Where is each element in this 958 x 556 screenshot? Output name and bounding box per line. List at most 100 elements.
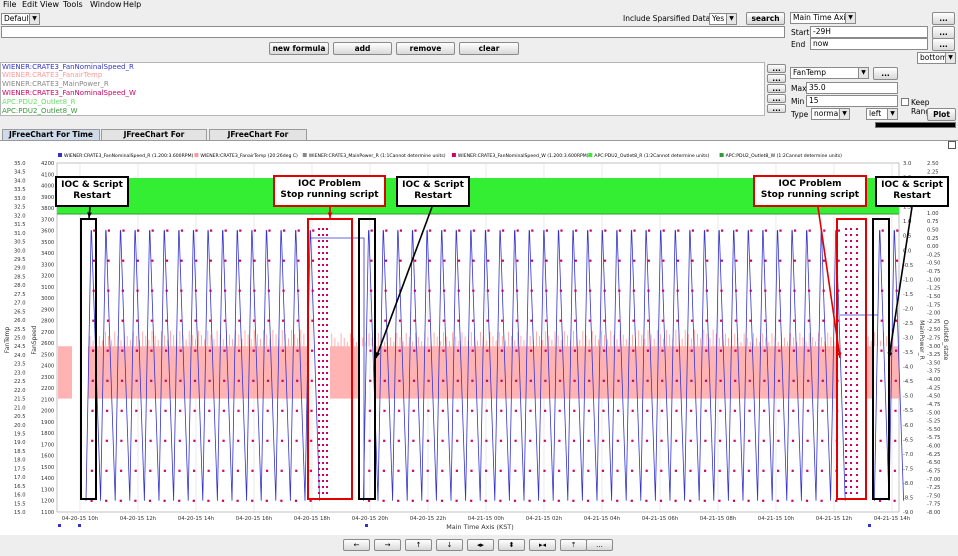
fanspeed-w-marker: [195, 229, 198, 232]
fanspeed-w-marker: [295, 409, 298, 412]
mainpower-tick-label: -4.5: [903, 379, 913, 385]
outlet-tick-label: -4.50: [927, 394, 940, 400]
outlet-tick-label: -1.00: [927, 277, 940, 283]
fanspeed-w-marker: [165, 259, 169, 262]
fanspeed-w-marker: [150, 349, 153, 352]
fanspeed-w-marker: [749, 289, 752, 292]
fanspeed-w-marker: [719, 409, 722, 412]
fanspeed-w-marker: [895, 289, 898, 292]
fanspeed-w-marker: [807, 379, 810, 382]
fanspeed-w-marker: [821, 409, 824, 412]
fanspeed-w-marker: [573, 379, 576, 382]
pan-up-button[interactable]: ↑: [405, 539, 432, 551]
fanspeed-w-marker: [443, 229, 446, 232]
fanspeed-w-marker: [661, 319, 664, 322]
fanspeed-w-marker: [704, 439, 707, 442]
fanspeed-w-marker: [778, 349, 781, 352]
legend-label: WIENER:CRATE3_FanNominalSpeed_W (1.200:3…: [458, 153, 589, 159]
fanspeed-w-marker: [645, 439, 649, 442]
fanspeed-w-marker: [662, 259, 665, 262]
fantemp-tick-label: 33.5: [14, 187, 26, 193]
fantemp-tick-label: 22.5: [14, 379, 26, 385]
x-tick-label: 04-20-15 18h: [294, 516, 330, 522]
fanspeed-tick-label: 3900: [41, 195, 54, 201]
pan-down-button[interactable]: ↓: [436, 539, 463, 551]
fantemp-tick-label: 28.0: [14, 283, 26, 289]
fanspeed-w-marker: [426, 499, 429, 502]
event-marker: [365, 524, 368, 527]
fanspeed-w-marker: [237, 439, 240, 442]
zoom-out-x-button[interactable]: ▸◂: [529, 539, 556, 551]
fantemp-tick-label: 27.5: [14, 292, 26, 298]
fanspeed-w-marker: [252, 409, 255, 412]
outlet-tick-label: -5.75: [927, 435, 940, 441]
zoom-out-y-button[interactable]: ⤒: [560, 539, 587, 551]
fanspeed-w-marker: [747, 499, 750, 502]
fanspeed-w-marker: [559, 289, 562, 292]
fanspeed-tick-label: 4200: [41, 161, 54, 167]
fanspeed-w-marker: [267, 289, 270, 292]
fanspeed-w-marker: [676, 349, 679, 352]
fanspeed-w-marker: [777, 469, 780, 472]
annotation-ioc-problem: IOC Problem Stop running script: [753, 175, 867, 207]
fanspeed-w-marker: [528, 469, 531, 472]
fantemp-tick-label: 15.5: [14, 501, 26, 507]
fanspeed-w-marker: [792, 409, 795, 412]
fanspeed-w-marker: [122, 229, 125, 232]
fanspeed-w-marker: [762, 469, 765, 472]
fanspeed-w-marker: [164, 409, 167, 412]
fanspeed-w-marker: [530, 349, 533, 352]
fanspeed-w-marker: [280, 439, 284, 442]
fanspeed-w-marker: [194, 319, 197, 322]
fanspeed-w-marker: [252, 349, 255, 352]
fanspeed-w-marker: [149, 409, 152, 412]
x-tick-label: 04-20-15 22h: [410, 516, 446, 522]
fanspeed-w-marker: [778, 289, 781, 292]
pan-left-button[interactable]: ←: [343, 539, 370, 551]
fantemp-tick-label: 32.0: [14, 213, 26, 219]
zoom-in-y-button[interactable]: ⬍: [498, 539, 525, 551]
fanspeed-w-marker: [179, 349, 182, 352]
fanspeed-w-marker: [704, 469, 707, 472]
fanspeed-w-marker: [705, 289, 708, 292]
fanspeed-w-marker: [793, 259, 796, 262]
fanspeed-w-marker: [720, 289, 723, 292]
fanspeed-w-marker: [382, 499, 385, 502]
fanspeed-tick-label: 3300: [41, 262, 54, 268]
fanspeed-w-marker: [106, 349, 109, 352]
fanspeed-w-marker: [193, 439, 196, 442]
fanspeed-w-marker: [777, 439, 780, 442]
pan-right-button[interactable]: →: [374, 539, 401, 551]
fanspeed-tick-label: 3100: [41, 285, 54, 291]
fanspeed-w-marker: [529, 439, 532, 442]
fanspeed-w-marker: [660, 409, 663, 412]
fanspeed-tick-label: 4000: [41, 184, 54, 190]
fanspeed-w-marker: [471, 319, 475, 322]
fanspeed-w-marker: [484, 499, 487, 502]
time-plot-chart[interactable]: WIENER:CRATE3_FanNominalSpeed_R (1.200:3…: [0, 0, 958, 556]
fanspeed-tick-label: 2300: [41, 375, 54, 381]
zoom-in-x-button[interactable]: ◂▸: [467, 539, 494, 551]
fanspeed-w-marker: [631, 409, 634, 412]
fanspeed-w-marker: [779, 259, 782, 262]
fanspeed-w-marker: [178, 439, 181, 442]
fantemp-tick-label: 30.0: [14, 248, 26, 254]
fanspeed-w-marker: [412, 379, 416, 382]
fanspeed-w-marker: [822, 289, 825, 292]
more-nav-button[interactable]: ...: [586, 539, 613, 551]
x-tick-label: 04-21-15 10h: [758, 516, 794, 522]
fanspeed-w-marker: [718, 469, 721, 472]
fanspeed-w-marker: [501, 259, 504, 262]
fanspeed-w-marker: [530, 319, 533, 322]
annotation-restart: IOC & Script Restart: [396, 176, 470, 207]
fanspeed-w-marker: [720, 319, 723, 322]
fanspeed-w-marker: [589, 259, 592, 262]
mainpower-axis-label: MainPower_R: [918, 320, 925, 360]
fanspeed-tick-label: 1900: [41, 420, 54, 426]
fanspeed-w-marker: [733, 409, 736, 412]
fanspeed-w-marker: [398, 379, 401, 382]
fanspeed-w-marker: [632, 319, 635, 322]
fanspeed-w-marker: [735, 229, 738, 232]
fanspeed-tick-label: 1800: [41, 431, 54, 437]
fanspeed-w-marker: [895, 259, 899, 262]
